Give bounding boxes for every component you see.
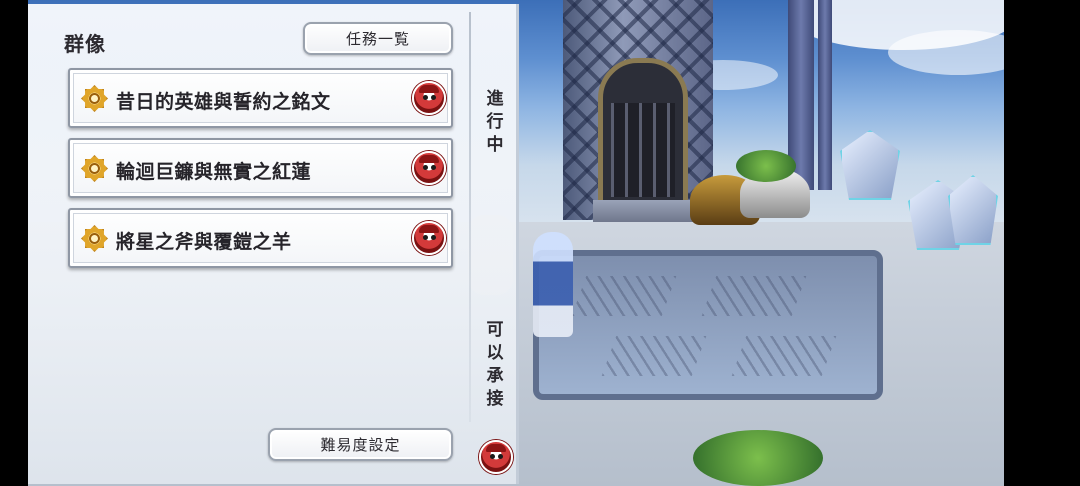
- quest-item[interactable]: 輪迴巨鐮與無實之紅蓮: [68, 138, 453, 198]
- quest-item[interactable]: 將星之斧與覆鎧之羊: [68, 208, 453, 268]
- plant: [693, 430, 823, 486]
- crystal-device: [948, 175, 998, 245]
- quest-label: 將星之斧與覆鎧之羊: [116, 231, 292, 253]
- quest-panel: 群像 任務一覧 昔日的英雄與誓約之銘文 輪迴巨鐮與無實之紅蓮 將星之斧與覆鎧之羊…: [28, 4, 519, 484]
- character-badge-icon: [412, 221, 446, 255]
- character-badge-icon: [412, 81, 446, 115]
- letterbox-right: [1004, 0, 1080, 486]
- cloud: [888, 30, 1004, 75]
- tab-available[interactable]: 可 以 承 接: [470, 319, 520, 411]
- plant: [736, 150, 796, 182]
- player-character[interactable]: [533, 232, 573, 337]
- difficulty-settings-button[interactable]: 難易度設定: [268, 428, 453, 461]
- gate-steps: [593, 200, 698, 222]
- crystal-device: [840, 130, 900, 200]
- panel-title: 群像: [64, 32, 106, 56]
- quest-label: 昔日的英雄與誓約之銘文: [116, 91, 331, 113]
- pillar: [818, 0, 832, 190]
- character-badge-icon: [412, 151, 446, 185]
- quest-item[interactable]: 昔日的英雄與誓約之銘文: [68, 68, 453, 128]
- letterbox-left: [0, 0, 28, 486]
- quest-list-button[interactable]: 任務一覧: [303, 22, 453, 55]
- tower-gate: [598, 58, 688, 208]
- floor-panel: [533, 250, 883, 400]
- character-badge-icon[interactable]: [479, 440, 513, 474]
- tab-in-progress[interactable]: 進 行 中: [470, 88, 520, 157]
- quest-label: 輪迴巨鐮與無實之紅蓮: [116, 161, 312, 183]
